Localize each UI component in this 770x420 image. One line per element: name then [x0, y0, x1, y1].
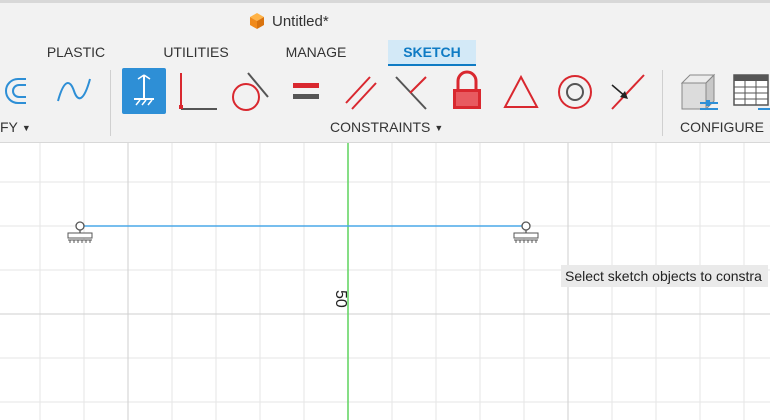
equal-tool[interactable]	[284, 68, 328, 114]
cursor-tooltip: Select sketch objects to constra	[561, 265, 768, 287]
fix-unfix-icon	[134, 74, 154, 106]
configure-box-icon	[680, 73, 718, 111]
configure-menu[interactable]: CONFIGURE▼	[680, 119, 770, 135]
configure-table-tool[interactable]	[728, 68, 770, 114]
coincident-angle-icon	[395, 76, 427, 110]
chevron-down-icon: ▼	[21, 123, 31, 133]
chevron-down-icon: ▼	[434, 123, 444, 133]
tab-plastic[interactable]: PLASTIC	[40, 40, 112, 66]
spline-icon	[57, 78, 91, 102]
concentric-icon	[558, 75, 592, 109]
perpendicular-tool[interactable]	[175, 68, 219, 114]
equal-icon	[293, 83, 319, 99]
toolbar-separator	[110, 70, 111, 136]
arc-slot-tool[interactable]	[0, 68, 44, 114]
configure-menu-label: CONFIGURE	[680, 119, 764, 135]
fix-unfix-tool[interactable]	[122, 68, 166, 114]
parallel-icon	[345, 76, 377, 110]
fixed-constraint-icon[interactable]	[67, 221, 93, 243]
constraints-menu-label: CONSTRAINTS	[330, 119, 431, 135]
coincident-angle-tool[interactable]	[390, 68, 434, 114]
title-bar: Untitled*	[0, 0, 770, 40]
tab-sketch[interactable]: SKETCH	[388, 40, 476, 66]
tab-utilities[interactable]: UTILITIES	[155, 40, 237, 66]
midpoint-tool[interactable]	[606, 68, 650, 114]
ribbon-toolbar: FY▼ CONSTRAINTS▼ CONFIGURE▼	[0, 66, 770, 143]
document-cube-icon	[250, 13, 264, 29]
lock-tool[interactable]	[445, 68, 489, 114]
lock-icon	[453, 70, 481, 109]
parallel-tool[interactable]	[338, 68, 382, 114]
configure-box-tool[interactable]	[676, 68, 720, 114]
perpendicular-icon	[179, 73, 217, 110]
modify-menu[interactable]: FY ▼	[0, 119, 31, 135]
toolbar-separator	[662, 70, 663, 136]
tangent-icon	[232, 72, 269, 111]
midpoint-icon	[611, 74, 645, 110]
modify-menu-label: FY	[0, 119, 18, 135]
tab-manage[interactable]: MANAGE	[278, 40, 354, 66]
triangle-icon	[503, 74, 539, 108]
fixed-constraint-icon[interactable]	[513, 221, 539, 243]
arc-slot-icon	[5, 78, 26, 104]
title-bar-top-border	[0, 0, 770, 3]
configure-table-icon	[733, 74, 770, 110]
ribbon-tabs: PLASTIC UTILITIES MANAGE SKETCH	[0, 40, 770, 66]
spline-tool[interactable]	[52, 68, 96, 114]
document-title-text: Untitled*	[272, 12, 329, 30]
constraints-menu[interactable]: CONSTRAINTS ▼	[330, 119, 443, 135]
tangent-tool[interactable]	[226, 68, 270, 114]
triangle-tool[interactable]	[499, 68, 543, 114]
dimension-label[interactable]: 50	[331, 290, 349, 308]
concentric-tool[interactable]	[553, 68, 597, 114]
document-title: Untitled*	[248, 10, 329, 32]
